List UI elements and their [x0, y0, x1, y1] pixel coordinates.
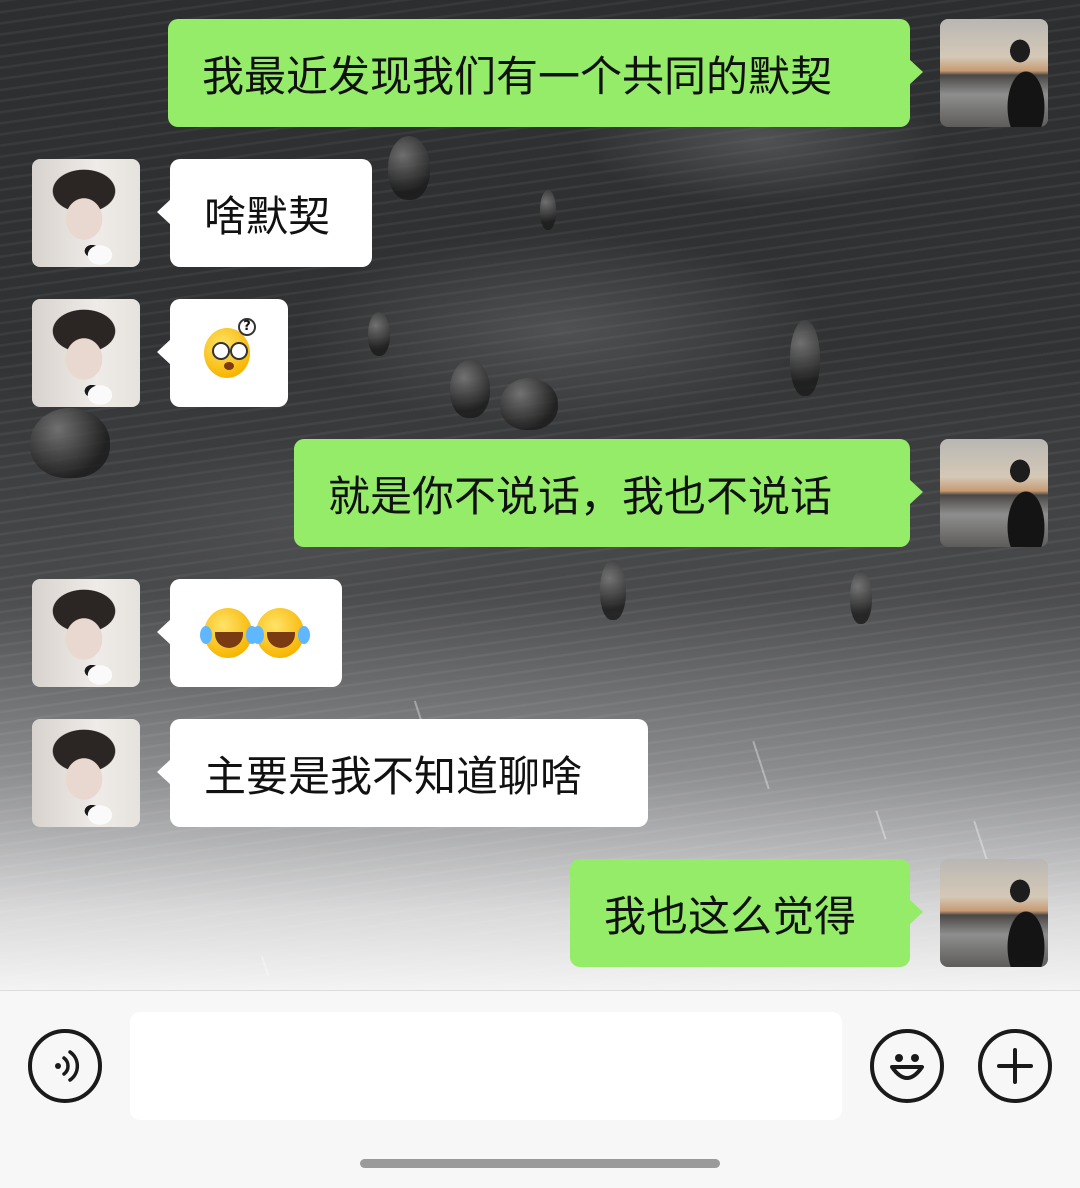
my-avatar[interactable]: [940, 859, 1048, 967]
my-avatar[interactable]: [940, 19, 1048, 127]
message-input[interactable]: [130, 1012, 842, 1120]
message-row-incoming: 啥默契: [0, 159, 1080, 267]
rain-streak: [973, 820, 989, 864]
message-text: 啥默契: [204, 191, 331, 241]
plus-icon: [997, 1048, 1033, 1084]
message-row-outgoing: 我最近发现我们有一个共同的默契: [0, 19, 1080, 127]
message-text: 主要是我不知道聊啥: [204, 751, 583, 801]
message-bubble[interactable]: 我也这么觉得: [570, 859, 923, 967]
more-button[interactable]: [978, 1029, 1052, 1103]
tears-of-joy-emoji-icon: [252, 608, 304, 658]
message-bubble[interactable]: 就是你不说话，我也不说话: [294, 439, 923, 547]
message-text: 我最近发现我们有一个共同的默契: [202, 51, 833, 101]
message-row-outgoing: 就是你不说话，我也不说话: [0, 439, 1080, 547]
message-row-incoming: 主要是我不知道聊啥: [0, 719, 1080, 827]
message-row-outgoing: 我也这么觉得: [0, 859, 1080, 967]
contact-avatar[interactable]: [32, 719, 140, 827]
message-bubble[interactable]: 啥默契: [157, 159, 372, 267]
puzzled-face-emoji-icon: ?: [204, 318, 256, 378]
message-text: 我也这么觉得: [604, 891, 857, 941]
contact-avatar[interactable]: [32, 299, 140, 407]
message-bubble[interactable]: 我最近发现我们有一个共同的默契: [168, 19, 923, 127]
message-row-incoming: ?: [0, 299, 1080, 407]
message-text: 就是你不说话，我也不说话: [328, 471, 833, 521]
home-indicator[interactable]: [360, 1159, 720, 1168]
message-row-incoming: [0, 579, 1080, 687]
contact-avatar[interactable]: [32, 579, 140, 687]
question-mark-icon: ?: [238, 318, 256, 336]
message-bubble[interactable]: ?: [157, 299, 288, 407]
my-avatar[interactable]: [940, 439, 1048, 547]
tears-of-joy-emoji-icon: [200, 608, 252, 658]
voice-button[interactable]: [28, 1029, 102, 1103]
smiley-icon: [890, 1054, 924, 1080]
message-bubble[interactable]: [157, 579, 342, 687]
emoji-button[interactable]: [870, 1029, 944, 1103]
contact-avatar[interactable]: [32, 159, 140, 267]
chat-area[interactable]: 我最近发现我们有一个共同的默契 啥默契 ? 就是你不说话，我也不说话 主要是我不…: [0, 0, 1080, 990]
voice-wave-icon: [55, 1050, 80, 1082]
message-bubble[interactable]: 主要是我不知道聊啥: [157, 719, 648, 827]
input-bar: [0, 990, 1080, 1188]
